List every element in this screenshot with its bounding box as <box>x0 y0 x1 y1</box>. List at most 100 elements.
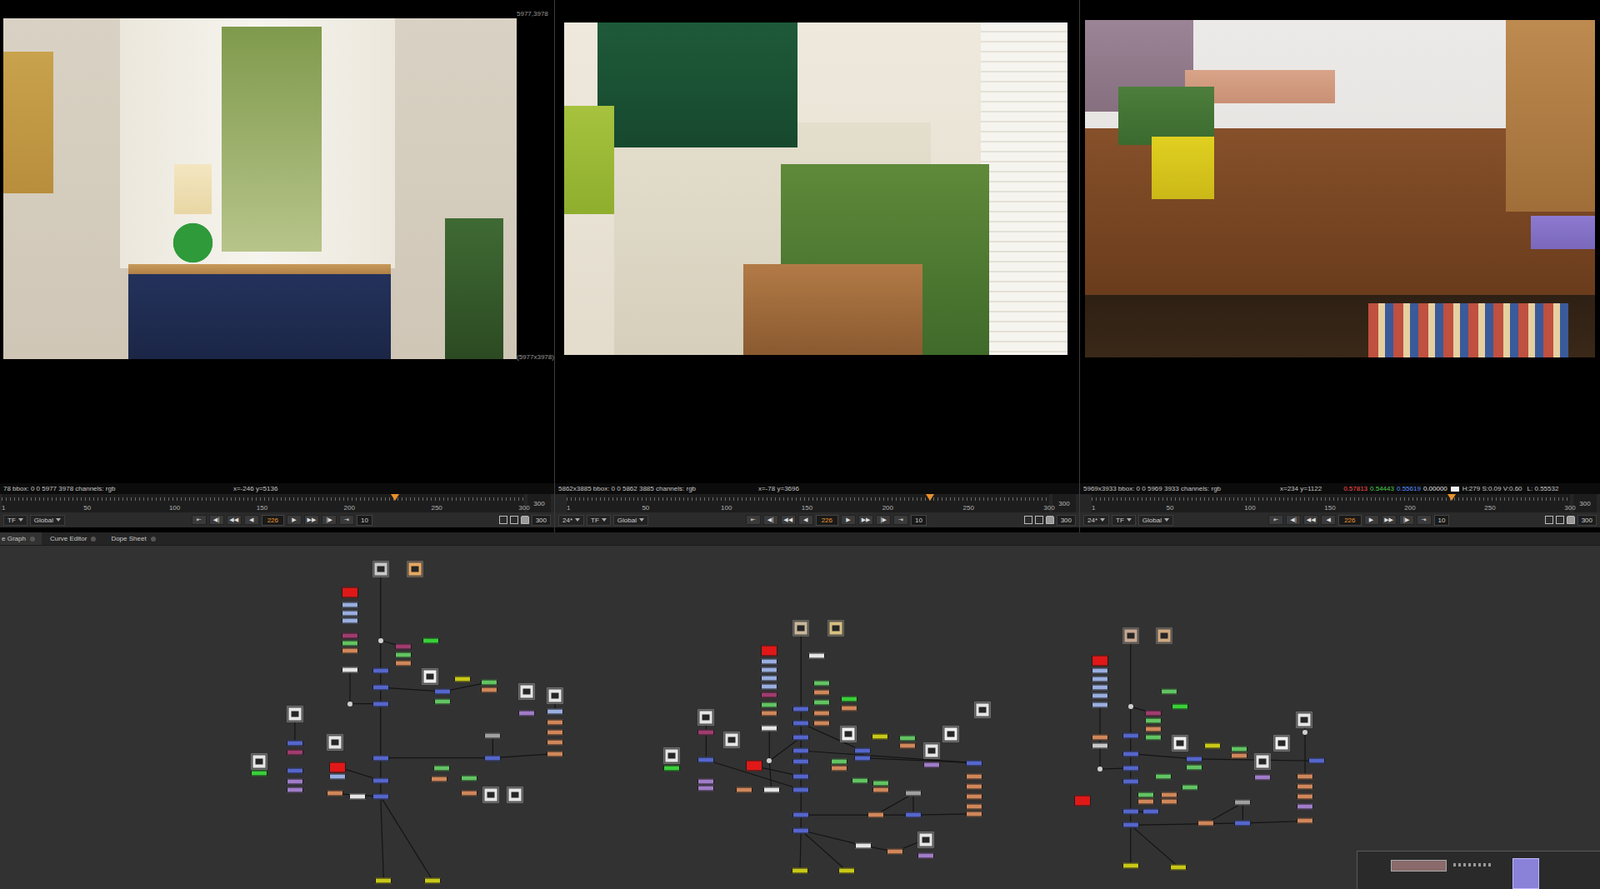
transport-button[interactable]: ⇥ <box>339 515 355 525</box>
graph-node[interactable] <box>329 773 346 780</box>
graph-node[interactable] <box>1296 818 1314 825</box>
lock-icon[interactable] <box>1045 515 1055 525</box>
graph-node[interactable] <box>965 760 983 766</box>
graph-node[interactable] <box>347 701 353 707</box>
graph-node[interactable] <box>760 691 778 698</box>
graph-node[interactable] <box>372 685 390 691</box>
graph-node[interactable] <box>760 701 778 708</box>
graph-node[interactable] <box>1254 774 1271 780</box>
graph-node[interactable] <box>482 786 499 803</box>
graph-node[interactable] <box>840 705 858 711</box>
graph-node[interactable] <box>341 618 359 625</box>
timeline-track[interactable]: 150100150200250300 <box>1 494 525 513</box>
graph-node[interactable] <box>372 794 390 800</box>
transport-button[interactable]: ▶ <box>286 515 302 525</box>
graph-node[interactable] <box>813 680 830 687</box>
graph-node[interactable] <box>1142 809 1160 815</box>
graph-node[interactable] <box>1171 735 1188 752</box>
graph-node[interactable] <box>1145 718 1162 725</box>
graph-node[interactable] <box>792 773 810 780</box>
playhead-icon[interactable] <box>925 494 935 501</box>
graph-node[interactable] <box>923 743 940 760</box>
graph-node[interactable] <box>1122 809 1140 815</box>
graph-node[interactable] <box>1137 791 1155 798</box>
transport-button[interactable]: ▶ <box>1364 515 1380 525</box>
graph-node[interactable] <box>1122 627 1139 644</box>
graph-node[interactable] <box>917 831 934 848</box>
viewer-canvas[interactable]: 5977,3978(5977x3978) <box>0 0 555 484</box>
graph-node[interactable] <box>1171 704 1189 710</box>
graph-node[interactable] <box>766 758 772 764</box>
graph-node[interactable] <box>1091 655 1109 667</box>
transport-button[interactable]: |▶ <box>875 515 891 525</box>
graph-node[interactable] <box>663 765 680 771</box>
skip-increment-field[interactable]: 10 <box>356 515 373 526</box>
graph-node[interactable] <box>1273 735 1290 752</box>
graph-node[interactable] <box>424 877 441 884</box>
transport-button[interactable]: ◀ <box>798 515 814 525</box>
graph-node[interactable] <box>943 726 960 743</box>
graph-node[interactable] <box>421 668 438 685</box>
graph-node[interactable] <box>326 735 343 751</box>
graph-node[interactable] <box>965 804 983 810</box>
graph-node[interactable] <box>854 755 871 761</box>
graph-node[interactable] <box>867 812 885 819</box>
graph-node[interactable] <box>1296 794 1314 800</box>
graph-node[interactable] <box>899 742 916 749</box>
graph-node[interactable] <box>546 740 564 746</box>
graph-node[interactable] <box>1091 668 1109 675</box>
graph-node[interactable] <box>1160 688 1178 695</box>
transport-button[interactable]: ◀ <box>1320 515 1336 525</box>
graph-node[interactable] <box>250 770 268 776</box>
graph-node[interactable] <box>341 587 359 599</box>
graph-node[interactable] <box>792 705 810 712</box>
graph-node[interactable] <box>830 759 848 765</box>
graph-node[interactable] <box>965 810 983 817</box>
close-tab-icon[interactable] <box>150 536 156 542</box>
graph-node[interactable] <box>286 778 304 785</box>
graph-node[interactable] <box>480 686 498 693</box>
graph-node[interactable] <box>965 773 983 780</box>
graph-node[interactable] <box>827 620 844 637</box>
range-mode-icon[interactable] <box>1555 515 1565 525</box>
graph-node[interactable] <box>1122 765 1140 771</box>
graph-node[interactable] <box>760 659 778 665</box>
graph-node[interactable] <box>854 748 871 755</box>
graph-node[interactable] <box>792 735 810 741</box>
transport-button[interactable]: ▶▶ <box>1381 515 1397 525</box>
range-dropdown[interactable]: Global <box>30 515 65 526</box>
graph-node[interactable] <box>286 740 304 747</box>
graph-node[interactable] <box>329 761 346 773</box>
graph-node[interactable] <box>341 610 359 616</box>
range-dropdown[interactable]: Global <box>613 515 649 526</box>
graph-node[interactable] <box>899 735 916 742</box>
out-point-field[interactable]: 300 <box>1052 494 1076 513</box>
graph-node[interactable] <box>1091 676 1109 683</box>
frame-field[interactable]: 226 <box>815 515 839 526</box>
transport-button[interactable]: ◀ <box>244 515 260 525</box>
transport-button[interactable]: ⇥ <box>893 515 909 525</box>
transport-button[interactable]: ◀| <box>763 515 779 525</box>
close-tab-icon[interactable] <box>30 536 35 542</box>
timecode-dropdown[interactable]: TF <box>1111 515 1136 526</box>
panel-tab[interactable]: Curve Editor <box>48 532 103 545</box>
graph-node[interactable] <box>1185 764 1203 770</box>
graph-node[interactable] <box>454 676 471 683</box>
graph-node[interactable] <box>546 719 564 725</box>
graph-node[interactable] <box>1122 750 1140 757</box>
viewer-canvas[interactable] <box>555 0 1080 484</box>
graph-node[interactable] <box>697 757 715 764</box>
graph-node[interactable] <box>1091 692 1109 699</box>
graph-node[interactable] <box>375 877 392 884</box>
node-graph[interactable] <box>0 545 1600 889</box>
graph-node[interactable] <box>1091 685 1109 691</box>
playback-mode-icon[interactable] <box>1545 515 1554 525</box>
graph-node[interactable] <box>341 640 359 647</box>
graph-node[interactable] <box>792 786 810 793</box>
graph-node[interactable] <box>341 667 359 674</box>
timecode-dropdown[interactable]: TF <box>3 515 28 526</box>
graph-node[interactable] <box>349 794 366 800</box>
graph-node[interactable] <box>1296 804 1314 810</box>
graph-node[interactable] <box>518 710 535 716</box>
viewer-canvas[interactable] <box>1080 0 1600 484</box>
